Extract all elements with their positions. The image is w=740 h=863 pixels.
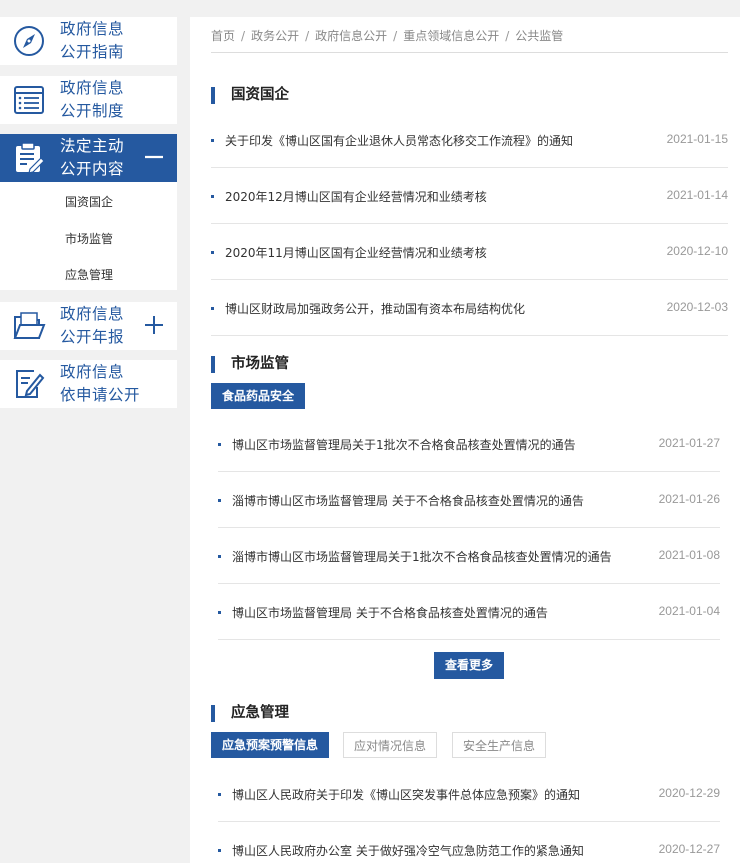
list-item-title[interactable]: 2020年12月博山区国有企业经营情况和业绩考核 bbox=[225, 188, 487, 205]
list-item-date: 2021-01-14 bbox=[666, 188, 728, 202]
list-item-date: 2020-12-03 bbox=[666, 300, 728, 314]
sidebar-item-application[interactable]: 政府信息 依申请公开 bbox=[0, 360, 177, 408]
sidebar-item-label: 政府信息 公开年报 bbox=[60, 305, 125, 346]
sidebar-item-system[interactable]: 政府信息 公开制度 bbox=[0, 76, 177, 124]
list-item[interactable]: 博山区人民政府关于印发《博山区突发事件总体应急预案》的通知 2020-12-29 bbox=[218, 766, 720, 822]
breadcrumb-item[interactable]: 重点领域信息公开 bbox=[403, 29, 499, 43]
compass-icon bbox=[14, 26, 44, 56]
sidebar-item-label: 政府信息 依申请公开 bbox=[60, 363, 141, 404]
list-item[interactable]: 博山区市场监督管理局关于1批次不合格食品核查处置情况的通告 2021-01-27 bbox=[218, 416, 720, 472]
list-item-title[interactable]: 博山区市场监督管理局 关于不合格食品核查处置情况的通告 bbox=[232, 604, 548, 621]
main-content: 首页 / 政务公开 / 政府信息公开 / 重点领域信息公开 / 公共监管 国资国企 关于印发《博… bbox=[190, 17, 740, 863]
list-item-date: 2020-12-10 bbox=[666, 244, 728, 258]
list-item-date: 2021-01-04 bbox=[658, 604, 720, 618]
list-item-date: 2021-01-26 bbox=[658, 492, 720, 506]
breadcrumb-item[interactable]: 政府信息公开 bbox=[315, 29, 387, 43]
sidebar-item-label: 法定主动 公开内容 bbox=[60, 137, 125, 178]
list-item[interactable]: 2020年12月博山区国有企业经营情况和业绩考核 2021-01-14 bbox=[211, 168, 728, 224]
sidebar-sub-list: 国资国企 市场监管 应急管理 bbox=[0, 182, 177, 290]
clipboard-edit-icon bbox=[16, 142, 45, 174]
sidebar-sub-item-gzgq[interactable]: 国资国企 bbox=[65, 193, 113, 210]
edit-document-icon bbox=[16, 370, 45, 398]
list-item[interactable]: 淄博市博山区市场监督管理局 关于不合格食品核查处置情况的通告 2021-01-2… bbox=[218, 472, 720, 528]
folder-open-icon bbox=[13, 312, 46, 339]
sidebar-item-guide[interactable]: 政府信息 公开指南 bbox=[0, 17, 177, 65]
list-item[interactable]: 关于印发《博山区国有企业退休人员常态化移交工作流程》的通知 2021-01-15 bbox=[211, 112, 728, 168]
tab-response-info[interactable]: 应对情况信息 bbox=[343, 732, 437, 758]
view-more-button[interactable]: 查看更多 bbox=[434, 652, 504, 679]
breadcrumb-item[interactable]: 政务公开 bbox=[251, 29, 299, 43]
list-item[interactable]: 博山区市场监督管理局 关于不合格食品核查处置情况的通告 2021-01-04 bbox=[218, 584, 720, 640]
breadcrumb: 首页 / 政务公开 / 政府信息公开 / 重点领域信息公开 / 公共监管 bbox=[211, 29, 564, 43]
list-item-date: 2021-01-08 bbox=[658, 548, 720, 562]
tab-emergency-plan-warning[interactable]: 应急预案预警信息 bbox=[211, 732, 329, 758]
list-item-date: 2021-01-15 bbox=[666, 132, 728, 146]
list-item-date: 2020-12-27 bbox=[658, 842, 720, 856]
minus-icon[interactable] bbox=[143, 146, 165, 168]
list-item-date: 2021-01-27 bbox=[658, 436, 720, 450]
breadcrumb-item[interactable]: 公共监管 bbox=[515, 29, 563, 43]
list-item-title[interactable]: 淄博市博山区市场监督管理局 关于不合格食品核查处置情况的通告 bbox=[232, 492, 584, 509]
list-item-title[interactable]: 淄博市博山区市场监督管理局关于1批次不合格食品核查处置情况的通告 bbox=[232, 548, 612, 565]
list-item[interactable]: 博山区财政局加强政务公开，推动国有资本布局结构优化 2020-12-03 bbox=[211, 280, 728, 336]
sidebar-item-label: 政府信息 公开指南 bbox=[60, 20, 125, 61]
plus-icon[interactable] bbox=[143, 314, 165, 336]
breadcrumb-divider bbox=[211, 52, 728, 53]
list-item-title[interactable]: 博山区人民政府关于印发《博山区突发事件总体应急预案》的通知 bbox=[232, 786, 580, 803]
sidebar-item-statutory[interactable]: 法定主动 公开内容 bbox=[0, 134, 177, 182]
list-item[interactable]: 博山区人民政府办公室 关于做好强冷空气应急防范工作的紧急通知 2020-12-2… bbox=[218, 822, 720, 863]
list-item[interactable]: 淄博市博山区市场监督管理局关于1批次不合格食品核查处置情况的通告 2021-01… bbox=[218, 528, 720, 584]
list-item-title[interactable]: 关于印发《博山区国有企业退休人员常态化移交工作流程》的通知 bbox=[225, 132, 573, 149]
list-item-title[interactable]: 博山区财政局加强政务公开，推动国有资本布局结构优化 bbox=[225, 300, 525, 317]
sidebar-sub-item-yjgl[interactable]: 应急管理 bbox=[65, 266, 113, 283]
list-item-title[interactable]: 2020年11月博山区国有企业经营情况和业绩考核 bbox=[225, 244, 487, 261]
breadcrumb-item[interactable]: 首页 bbox=[211, 29, 235, 43]
list-item[interactable]: 2020年11月博山区国有企业经营情况和业绩考核 2020-12-10 bbox=[211, 224, 728, 280]
list-item-title[interactable]: 博山区人民政府办公室 关于做好强冷空气应急防范工作的紧急通知 bbox=[232, 842, 584, 859]
sidebar-sub-item-scjg[interactable]: 市场监管 bbox=[65, 230, 113, 247]
sidebar-item-annual-report[interactable]: 政府信息 公开年报 bbox=[0, 302, 177, 350]
tab-safety-production-info[interactable]: 安全生产信息 bbox=[452, 732, 546, 758]
list-document-icon bbox=[14, 86, 44, 114]
list-item-date: 2020-12-29 bbox=[658, 786, 720, 800]
tab-food-drug-safety[interactable]: 食品药品安全 bbox=[211, 383, 305, 409]
list-item-title[interactable]: 博山区市场监督管理局关于1批次不合格食品核查处置情况的通告 bbox=[232, 436, 576, 453]
sidebar-item-label: 政府信息 公开制度 bbox=[60, 79, 125, 120]
